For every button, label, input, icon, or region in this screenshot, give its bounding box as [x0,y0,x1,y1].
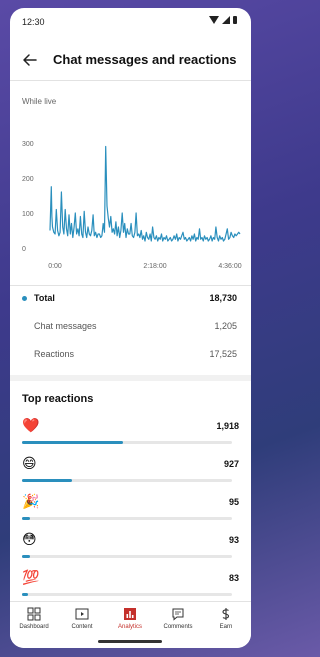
party-popper-emoji: 🎉 [22,494,40,510]
section-separator [10,375,251,381]
reaction-count: 95 [228,497,239,507]
wifi-icon [209,16,219,24]
y-tick-label: 200 [22,176,34,183]
reaction-bar-fill [22,555,31,558]
heart-emoji: ❤️ [22,418,40,434]
reaction-bar-fill [22,517,31,520]
reaction-row: 😳 93 [22,532,239,568]
reaction-bar-track [22,593,232,596]
total-value: 18,730 [209,293,237,303]
y-tick-label: 100 [22,211,34,218]
nav-label: Comments [163,624,193,630]
nav-analytics[interactable]: Analytics [106,607,154,630]
nav-label: Earn [219,624,233,630]
chart-title: While live [22,97,57,106]
earn-icon [222,608,230,620]
x-tick-label: 4:36:00 [218,263,241,270]
total-row: Total 18,730 [22,290,237,308]
reaction-row: 🎉 95 [22,494,239,530]
reaction-count: 1,918 [216,421,239,431]
nav-dashboard[interactable]: Dashboard [10,607,58,630]
status-bar: 12:30 [10,8,251,34]
signal-icon [222,16,230,24]
grinning-face-emoji: 😄 [22,456,37,472]
nav-label: Analytics [117,624,142,630]
reaction-count: 83 [228,573,239,583]
page-title: Chat messages and reactions [53,52,237,67]
reaction-bar-track [22,517,232,520]
chart-divider [10,285,251,286]
dashboard-icon [27,607,41,621]
content-icon [75,608,89,620]
y-tick-label: 0 [22,246,26,253]
chat-messages-label: Chat messages [34,321,97,331]
analytics-icon [124,608,136,620]
hundred-points-emoji: 💯 [22,570,40,586]
nav-content[interactable]: Content [58,607,106,630]
app-bar: Chat messages and reactions [10,44,251,76]
nav-label: Dashboard [19,624,49,630]
chat-messages-value: 1,205 [214,321,237,331]
nav-comments[interactable]: Comments [154,607,202,630]
comments-icon [172,608,184,621]
reaction-row: ❤️ 1,918 [22,418,239,454]
top-reactions-title: Top reactions [22,393,94,405]
back-arrow-icon[interactable] [22,52,38,68]
chat-messages-row: Chat messages 1,205 [22,318,237,336]
reaction-bar-track [22,479,232,482]
line-chart: 0 100 200 300 0:00 2:18:00 4:36:00 [22,141,242,270]
reaction-bar-fill [22,479,73,482]
chart-series-line [49,145,241,242]
status-time: 12:30 [22,17,45,27]
reaction-bar-track [22,555,232,558]
reaction-bar-fill [22,441,123,444]
x-tick-label: 0:00 [48,263,62,270]
reaction-bar-track [22,441,232,444]
x-tick-label: 2:18:00 [143,263,166,270]
reaction-count: 927 [223,459,239,469]
home-indicator [98,640,162,643]
reactions-row: Reactions 17,525 [22,346,237,364]
reaction-row: 😄 927 [22,456,239,492]
reactions-label: Reactions [34,349,75,359]
reaction-bar-fill [22,593,29,596]
header-divider [10,80,251,81]
nav-earn[interactable]: Earn [202,607,250,630]
reactions-value: 17,525 [209,349,237,359]
status-icons [209,16,237,24]
reaction-count: 93 [228,535,239,545]
battery-icon [233,16,237,24]
series-dot-icon [22,296,27,301]
total-label: Total [34,293,55,303]
phone-screen: 12:30 Chat messages and reactions While … [10,8,251,648]
flushed-face-emoji: 😳 [22,532,37,548]
nav-label: Content [71,624,93,630]
y-tick-label: 300 [22,141,34,148]
